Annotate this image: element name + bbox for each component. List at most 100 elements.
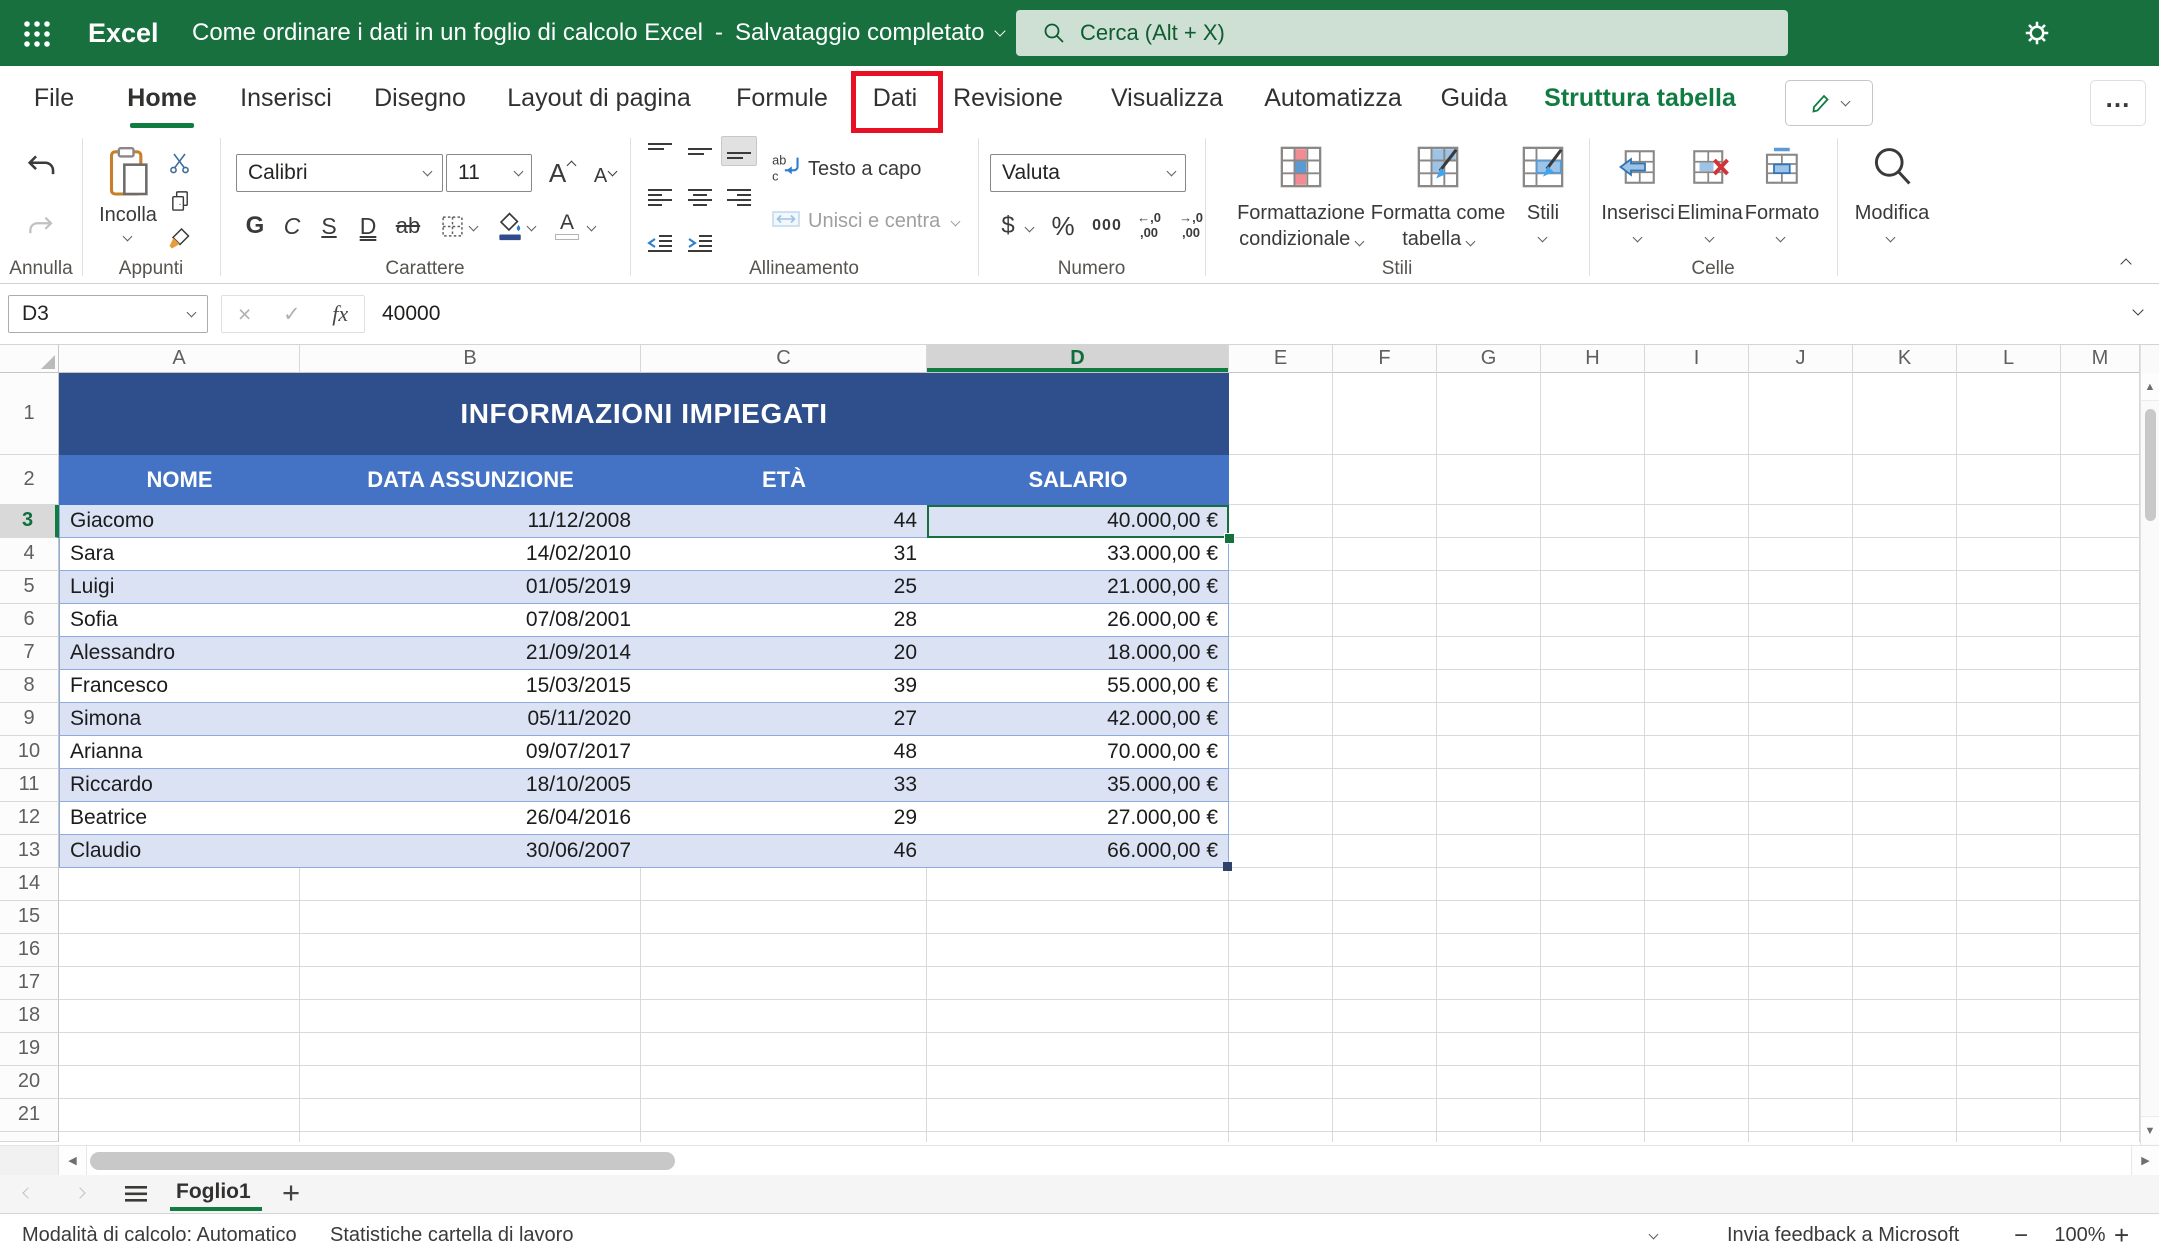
grid-cell[interactable]: [1541, 769, 1645, 802]
grid-cell[interactable]: [1333, 1099, 1437, 1132]
grid-cell[interactable]: [1229, 637, 1333, 670]
grid-cell[interactable]: [2061, 1099, 2140, 1132]
grid-cell[interactable]: [1645, 802, 1749, 835]
grid-cell[interactable]: [1853, 703, 1957, 736]
grid-cell[interactable]: [1957, 670, 2061, 703]
grid-cell[interactable]: [1229, 1132, 1333, 1142]
select-all-corner[interactable]: [0, 345, 59, 373]
column-header-I[interactable]: I: [1645, 345, 1749, 373]
grid-cell[interactable]: [1645, 835, 1749, 868]
grid-cell[interactable]: [1229, 736, 1333, 769]
more-options-button[interactable]: …: [2090, 80, 2146, 126]
table-cell[interactable]: 18/10/2005: [300, 769, 641, 802]
grid-cell[interactable]: [641, 1066, 927, 1099]
tab-disegno[interactable]: Disegno: [374, 66, 466, 130]
grid-cell[interactable]: [1437, 802, 1541, 835]
grid-cell[interactable]: [1853, 736, 1957, 769]
bold-button[interactable]: G: [240, 210, 270, 242]
grid-cell[interactable]: [1333, 901, 1437, 934]
grid-cell[interactable]: [1749, 373, 1853, 455]
grid-cell[interactable]: [1957, 1033, 2061, 1066]
grid-cell[interactable]: [1645, 967, 1749, 1000]
grid-cell[interactable]: [1957, 868, 2061, 901]
grid-cell[interactable]: [1541, 1132, 1645, 1142]
grid-cell[interactable]: [1645, 934, 1749, 967]
grid-cell[interactable]: [300, 967, 641, 1000]
grid-cell[interactable]: [927, 868, 1229, 901]
grid-cell[interactable]: [641, 1132, 927, 1142]
grid-cell[interactable]: [1957, 538, 2061, 571]
workbook-stats-button[interactable]: Statistiche cartella di lavoro: [330, 1214, 573, 1257]
tab-layout-di-pagina[interactable]: Layout di pagina: [507, 66, 690, 130]
number-format-combobox[interactable]: Valuta: [990, 154, 1186, 192]
row-header-20[interactable]: 20: [0, 1066, 59, 1099]
grid-cell[interactable]: [1541, 1099, 1645, 1132]
grid-cell[interactable]: [1853, 637, 1957, 670]
table-cell[interactable]: 21.000,00 €: [927, 571, 1229, 604]
chevron-down-icon[interactable]: [587, 222, 597, 232]
tab-struttura-tabella[interactable]: Struttura tabella: [1544, 66, 1736, 130]
column-header-A[interactable]: A: [59, 345, 300, 373]
table-cell[interactable]: Luigi: [59, 571, 300, 604]
tab-visualizza[interactable]: Visualizza: [1111, 66, 1223, 130]
grid-cell[interactable]: [1749, 637, 1853, 670]
grid-cell[interactable]: [1229, 868, 1333, 901]
grid-cell[interactable]: [1333, 802, 1437, 835]
thousands-separator-button[interactable]: 000: [1086, 212, 1128, 240]
row-header-13[interactable]: 13: [0, 835, 59, 868]
table-cell[interactable]: 05/11/2020: [300, 703, 641, 736]
table-cell[interactable]: 44: [641, 505, 927, 538]
borders-button[interactable]: [438, 212, 466, 240]
grid-cell[interactable]: [1333, 1000, 1437, 1033]
grid-cell[interactable]: [1541, 1033, 1645, 1066]
grid-cell[interactable]: [2061, 538, 2140, 571]
grid-cell[interactable]: [2061, 1066, 2140, 1099]
grid-cell[interactable]: [1749, 835, 1853, 868]
grid-cell[interactable]: [641, 967, 927, 1000]
grid-cell[interactable]: [1645, 455, 1749, 505]
grid-cell[interactable]: [1853, 1000, 1957, 1033]
format-painter-button[interactable]: [166, 224, 194, 252]
grid-cell[interactable]: [1749, 967, 1853, 1000]
grid-cell[interactable]: [1437, 637, 1541, 670]
grid-cell[interactable]: [1749, 934, 1853, 967]
grid-cell[interactable]: [1437, 967, 1541, 1000]
settings-gear-icon[interactable]: [2022, 18, 2052, 48]
table-cell[interactable]: 42.000,00 €: [927, 703, 1229, 736]
grid-cell[interactable]: [1333, 835, 1437, 868]
grid-cell[interactable]: [1957, 736, 2061, 769]
grid-cell[interactable]: [1749, 802, 1853, 835]
grid-cell[interactable]: [300, 934, 641, 967]
grid-cell[interactable]: [1333, 934, 1437, 967]
grid-cell[interactable]: [1645, 538, 1749, 571]
grid-cell[interactable]: [641, 1099, 927, 1132]
grid-cell[interactable]: [1957, 901, 2061, 934]
formula-input[interactable]: 40000: [382, 295, 440, 333]
grid-cell[interactable]: [1229, 538, 1333, 571]
table-cell[interactable]: 39: [641, 670, 927, 703]
row-header-9[interactable]: 9: [0, 703, 59, 736]
table-cell[interactable]: Claudio: [59, 835, 300, 868]
column-header-F[interactable]: F: [1333, 345, 1437, 373]
grid-cell[interactable]: [1853, 670, 1957, 703]
scroll-right-arrow[interactable]: ▶: [2131, 1146, 2159, 1175]
grid-cell[interactable]: [1749, 455, 1853, 505]
table-cell[interactable]: 26/04/2016: [300, 802, 641, 835]
grid-cell[interactable]: [300, 868, 641, 901]
table-cell[interactable]: Francesco: [59, 670, 300, 703]
grid-cell[interactable]: [641, 901, 927, 934]
row-header-18[interactable]: 18: [0, 1000, 59, 1033]
grid-cell[interactable]: [1437, 670, 1541, 703]
grid-cell[interactable]: [1437, 505, 1541, 538]
grid-cell[interactable]: [1749, 868, 1853, 901]
grid-cell[interactable]: [1437, 1066, 1541, 1099]
table-cell[interactable]: 48: [641, 736, 927, 769]
table-header-cell[interactable]: NOME: [59, 455, 300, 505]
grid-cell[interactable]: [1541, 604, 1645, 637]
grid-cell[interactable]: [2061, 769, 2140, 802]
column-header-D[interactable]: D: [927, 345, 1229, 373]
grid-cell[interactable]: [2061, 934, 2140, 967]
grid-cell[interactable]: [2061, 967, 2140, 1000]
table-header-cell[interactable]: SALARIO: [927, 455, 1229, 505]
collapse-ribbon-button[interactable]: [2120, 258, 2131, 269]
